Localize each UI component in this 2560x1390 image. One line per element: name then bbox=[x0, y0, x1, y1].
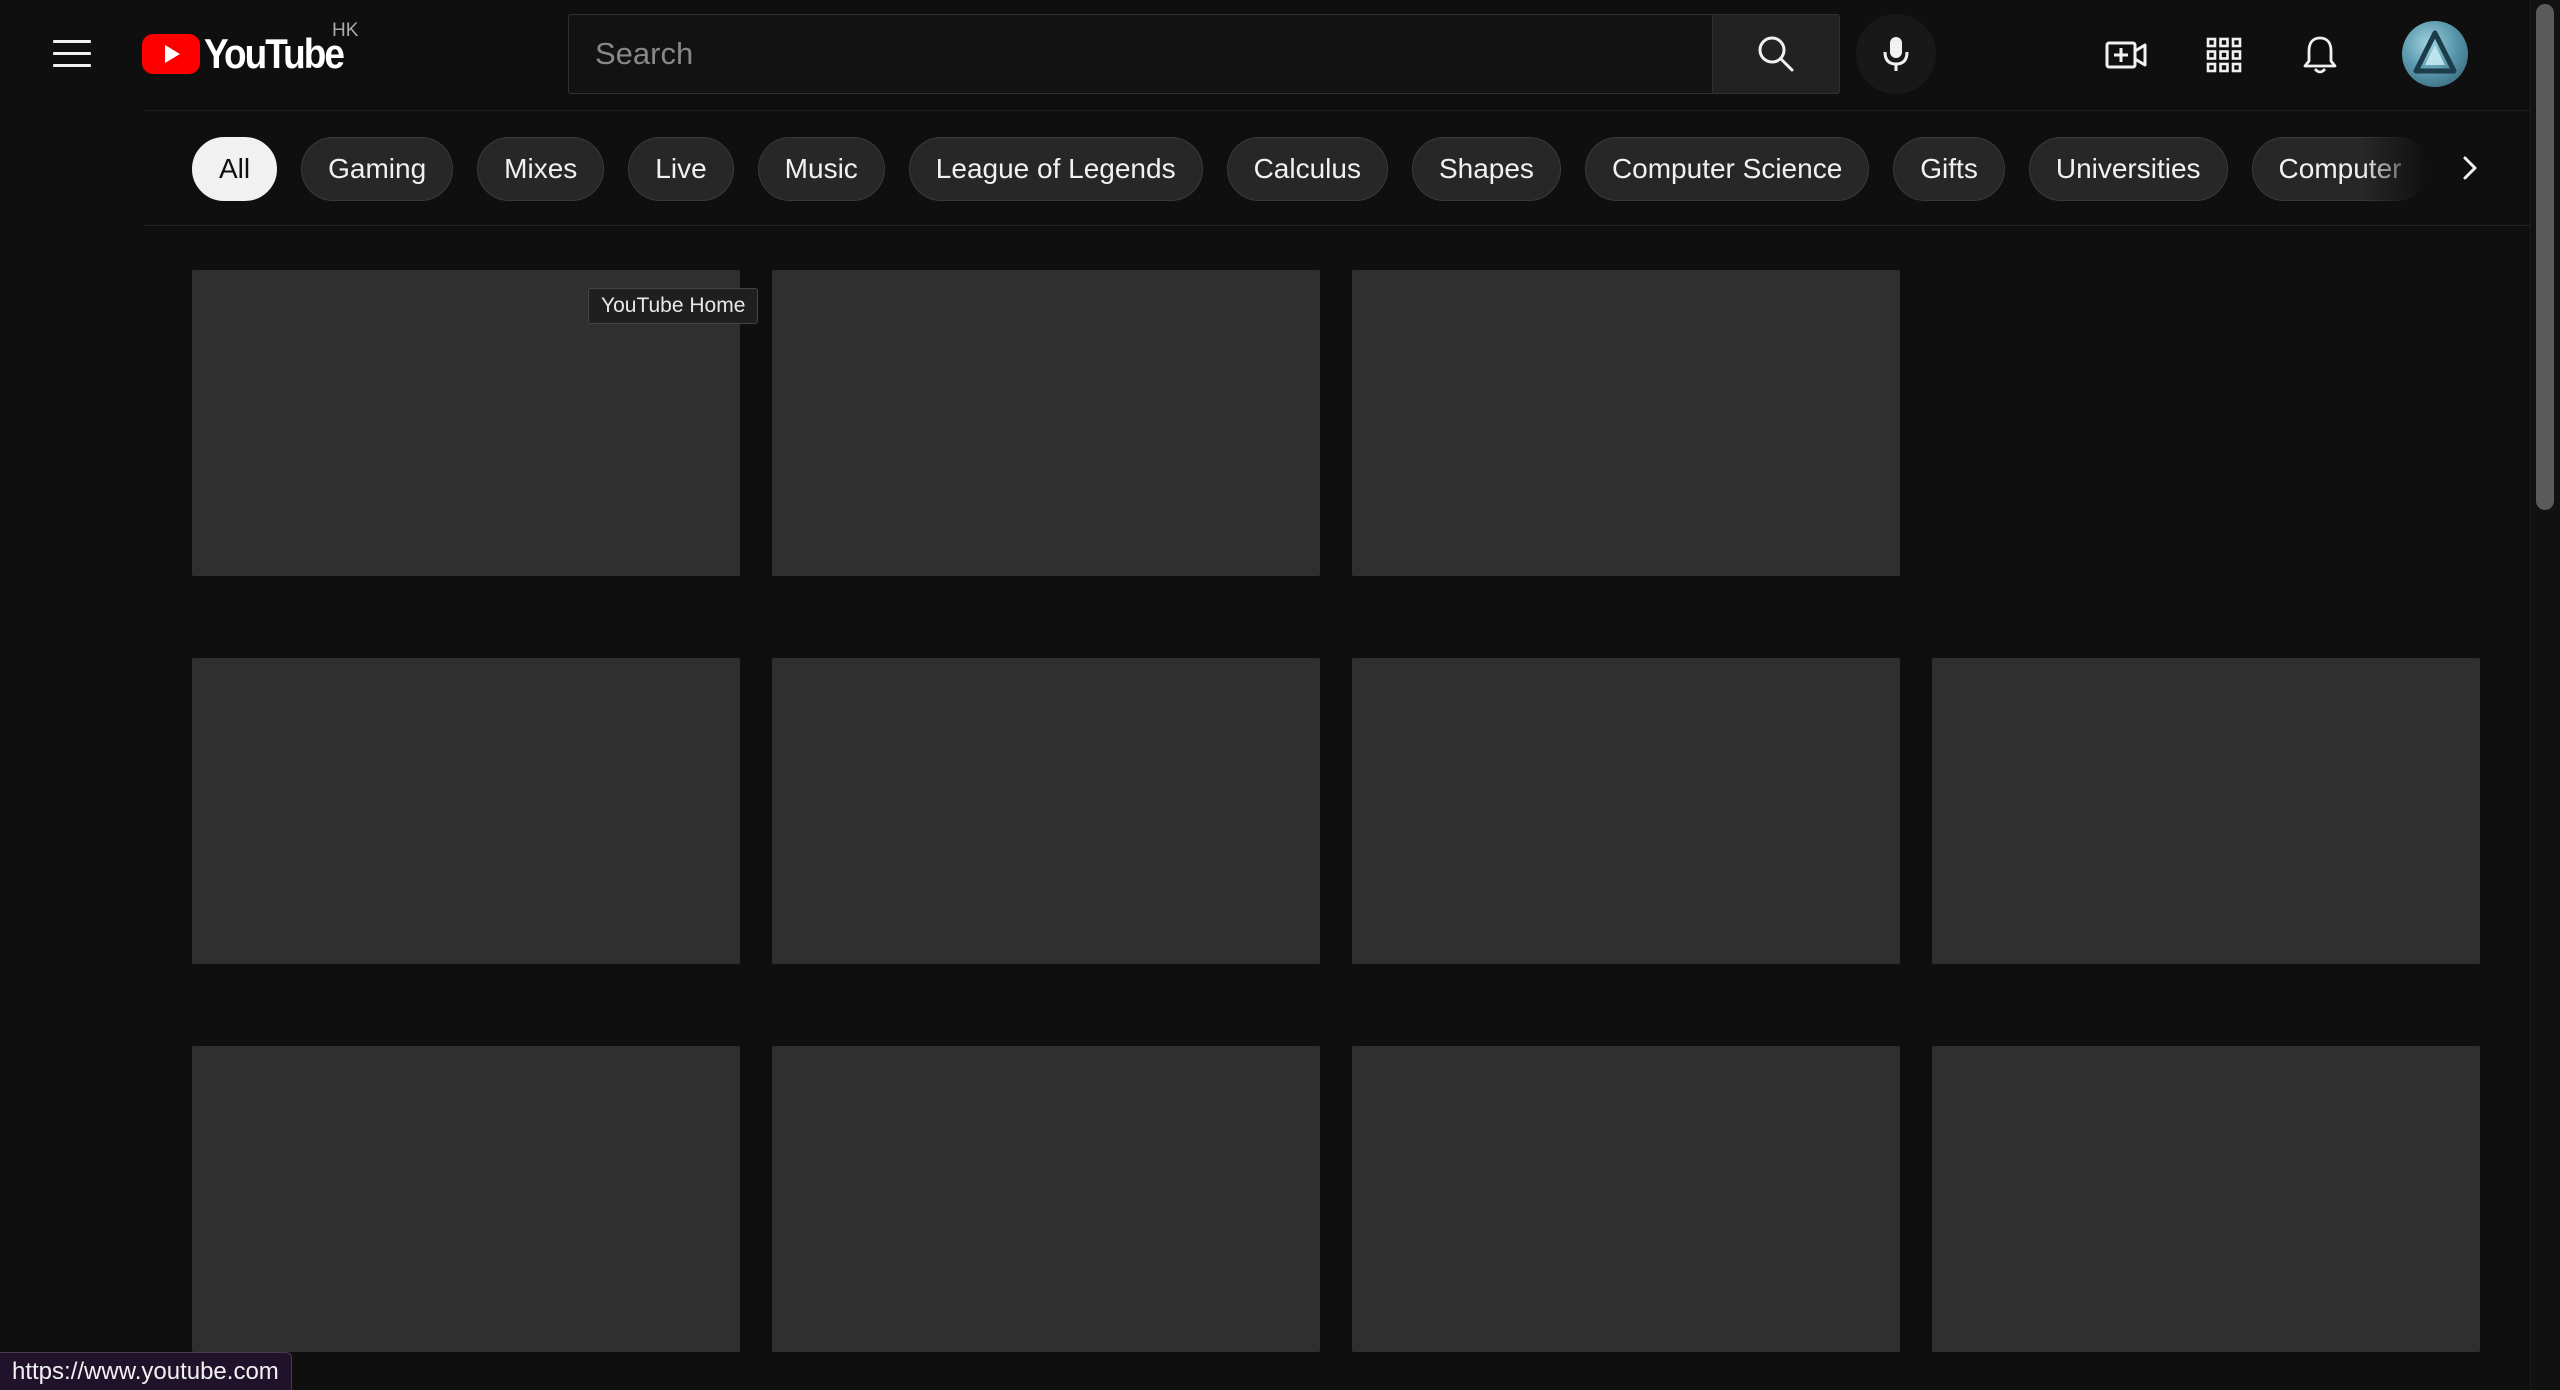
chip-computer-science[interactable]: Computer Science bbox=[1584, 137, 1870, 201]
create-button[interactable] bbox=[2096, 25, 2156, 85]
voice-search-button[interactable] bbox=[1856, 14, 1936, 94]
bell-icon bbox=[2303, 36, 2337, 74]
notifications-button[interactable] bbox=[2290, 25, 2350, 85]
youtube-play-logo-icon bbox=[142, 34, 200, 74]
chip-shapes[interactable]: Shapes bbox=[1411, 137, 1561, 201]
apps-grid-icon bbox=[2206, 37, 2242, 73]
search-icon bbox=[1758, 36, 1794, 72]
status-bar-url: https://www.youtube.com bbox=[0, 1352, 292, 1390]
search-input[interactable] bbox=[593, 35, 1712, 73]
video-thumbnail-placeholder[interactable] bbox=[192, 658, 740, 964]
chip-gifts[interactable]: Gifts bbox=[1893, 137, 2005, 201]
chips-track: All Gaming Mixes Live Music League of Legends… bbox=[192, 137, 2452, 201]
country-code: HK bbox=[332, 20, 359, 41]
hamburger-menu-icon[interactable] bbox=[42, 29, 102, 77]
chip-mixes[interactable]: Mixes bbox=[477, 137, 605, 201]
masthead: YouTube HK bbox=[0, 0, 2530, 110]
chip-computer[interactable]: Computer bbox=[2251, 137, 2429, 201]
chip-universities[interactable]: Universities bbox=[2028, 137, 2228, 201]
scrollbar-thumb[interactable] bbox=[2536, 4, 2554, 510]
video-thumbnail-placeholder[interactable] bbox=[772, 1046, 1320, 1352]
avatar-logo-icon bbox=[2413, 30, 2457, 74]
youtube-logo[interactable]: YouTube bbox=[142, 28, 362, 80]
chip-league-of-legends[interactable]: League of Legends bbox=[908, 137, 1203, 201]
category-chips-bar: All Gaming Mixes Live Music League of Legends… bbox=[144, 110, 2530, 226]
chip-music[interactable]: Music bbox=[757, 137, 885, 201]
chip-live[interactable]: Live bbox=[628, 137, 734, 201]
video-thumbnail-placeholder[interactable] bbox=[1932, 658, 2480, 964]
video-thumbnail-placeholder[interactable] bbox=[772, 270, 1320, 576]
video-thumbnail-placeholder[interactable] bbox=[1352, 270, 1900, 576]
apps-button[interactable] bbox=[2194, 25, 2254, 85]
youtube-app: YouTube HK Search All Gaming Mixes Live … bbox=[0, 0, 2560, 1390]
search-button[interactable] bbox=[1712, 14, 1840, 94]
avatar[interactable] bbox=[2402, 21, 2468, 87]
video-thumbnail-placeholder[interactable] bbox=[1932, 1046, 2480, 1352]
left-guide-rail bbox=[0, 0, 144, 1390]
video-thumbnail-placeholder[interactable] bbox=[192, 1046, 740, 1352]
microphone-icon bbox=[1883, 37, 1909, 71]
video-thumbnail-placeholder[interactable] bbox=[772, 658, 1320, 964]
logo-wordmark: YouTube bbox=[204, 30, 345, 77]
chip-gaming[interactable]: Gaming bbox=[301, 137, 454, 201]
chip-calculus[interactable]: Calculus bbox=[1226, 137, 1388, 201]
video-thumbnail-placeholder[interactable] bbox=[1352, 658, 1900, 964]
logo-tooltip: YouTube Home bbox=[588, 288, 759, 324]
chips-next-button[interactable] bbox=[2440, 138, 2500, 198]
chevron-right-icon bbox=[2463, 156, 2477, 180]
chip-all[interactable]: All bbox=[192, 137, 278, 201]
video-thumbnail-placeholder[interactable] bbox=[1352, 1046, 1900, 1352]
search-box[interactable] bbox=[568, 14, 1712, 94]
create-video-icon bbox=[2105, 41, 2147, 69]
